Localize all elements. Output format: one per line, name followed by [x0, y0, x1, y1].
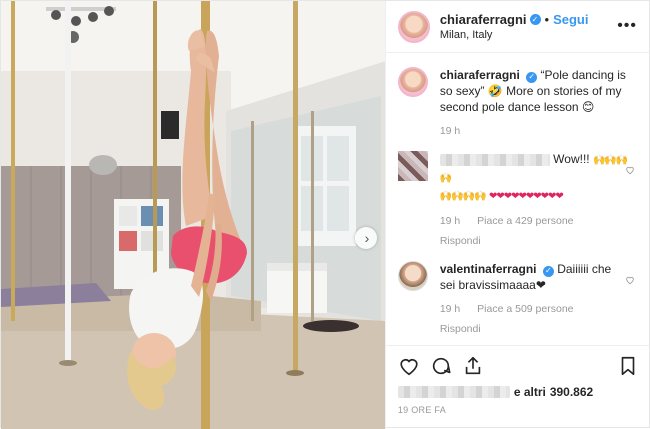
caption-meta: 19 h — [440, 123, 628, 139]
comment-meta: 19 h Piace a 429 persone — [440, 213, 628, 229]
comment-item: Wow!!! 🙌🙌🙌🙌 🙌🙌🙌🙌 ❤❤❤❤❤❤❤❤❤❤ 19 h Piace a… — [397, 151, 637, 249]
comment-body: Wow!!! 🙌🙌🙌🙌 🙌🙌🙌🙌 ❤❤❤❤❤❤❤❤❤❤ 19 h Piace a… — [439, 151, 628, 249]
comment-time[interactable]: 19 h — [440, 215, 460, 227]
likes-connector: e altri — [513, 385, 546, 399]
pole-dance-photo — [1, 1, 385, 429]
comment-icon[interactable] — [430, 355, 452, 377]
caption-avatar[interactable] — [397, 67, 428, 97]
panel-bottom-spacer — [386, 415, 649, 429]
instagram-post: › chiaraferragni ✓ • Segui Milan, Italy … — [0, 0, 650, 429]
bookmark-icon[interactable] — [617, 355, 639, 377]
comment-likes[interactable]: Piace a 429 persone — [477, 215, 573, 227]
comments-section: chiaraferragni ✓ “Pole dancing is so sex… — [386, 53, 649, 345]
share-icon[interactable] — [462, 355, 484, 377]
blurred-liker-name[interactable] — [397, 386, 510, 398]
header-text: chiaraferragni ✓ • Segui Milan, Italy — [440, 12, 589, 41]
post-photo[interactable]: › — [1, 1, 385, 429]
caption: chiaraferragni ✓ “Pole dancing is so sex… — [397, 67, 637, 139]
comment-meta: 19 h Piace a 509 persone — [440, 301, 628, 317]
reply-button[interactable]: Rispondi — [440, 321, 628, 337]
verified-badge-icon: ✓ — [542, 265, 554, 277]
header-user-row: chiaraferragni ✓ • Segui — [440, 12, 589, 27]
caption-body: chiaraferragni ✓ “Pole dancing is so sex… — [440, 67, 628, 139]
blurred-username[interactable] — [439, 153, 550, 166]
caption-username[interactable]: chiaraferragni — [440, 68, 520, 82]
comment-emoji-hands-2: 🙌🙌🙌🙌 — [439, 191, 487, 202]
comment-emoji-row: 🙌🙌🙌🙌 ❤❤❤❤❤❤❤❤❤❤ — [440, 187, 628, 205]
comment-username[interactable]: valentinaferragni — [440, 262, 537, 276]
heart-icon[interactable] — [398, 355, 420, 377]
commenter-avatar[interactable] — [397, 261, 428, 291]
action-bar — [385, 345, 649, 385]
chevron-right-icon: › — [364, 230, 370, 246]
post-location[interactable]: Milan, Italy — [440, 29, 589, 41]
caption-time[interactable]: 19 h — [440, 125, 460, 137]
post-timestamp: 19 ORE FA — [397, 405, 447, 415]
comment-emoji-hearts: ❤❤❤❤❤❤❤❤❤❤ — [488, 191, 564, 202]
verified-badge-icon: ✓ — [526, 71, 538, 83]
heart-icon[interactable] — [625, 165, 635, 175]
comment-likes[interactable]: Piace a 509 persone — [477, 303, 573, 315]
reply-button[interactable]: Rispondi — [440, 233, 628, 249]
author-avatar[interactable] — [397, 10, 430, 43]
comment-item: valentinaferragni ✓ Daiiiiii che sei bra… — [397, 261, 637, 337]
author-username[interactable]: chiaraferragni — [440, 12, 527, 27]
verified-badge-icon: ✓ — [529, 14, 541, 25]
commenter-avatar-blurred[interactable] — [397, 151, 428, 181]
comment-body: valentinaferragni ✓ Daiiiiii che sei bra… — [440, 261, 628, 337]
likes-summary: e altri 390.862 — [386, 385, 649, 399]
separator-dot: • — [544, 12, 550, 27]
comment-text: Wow!!! — [553, 152, 590, 166]
post-side-panel: chiaraferragni ✓ • Segui Milan, Italy ••… — [384, 1, 649, 429]
next-photo-button[interactable]: › — [355, 227, 377, 249]
follow-button[interactable]: Segui — [553, 12, 588, 27]
likes-count[interactable]: 390.862 — [550, 385, 593, 399]
heart-icon[interactable] — [625, 275, 635, 285]
more-options-icon[interactable]: ••• — [617, 17, 637, 35]
post-header: chiaraferragni ✓ • Segui Milan, Italy ••… — [385, 1, 649, 53]
comment-time[interactable]: 19 h — [440, 303, 460, 315]
